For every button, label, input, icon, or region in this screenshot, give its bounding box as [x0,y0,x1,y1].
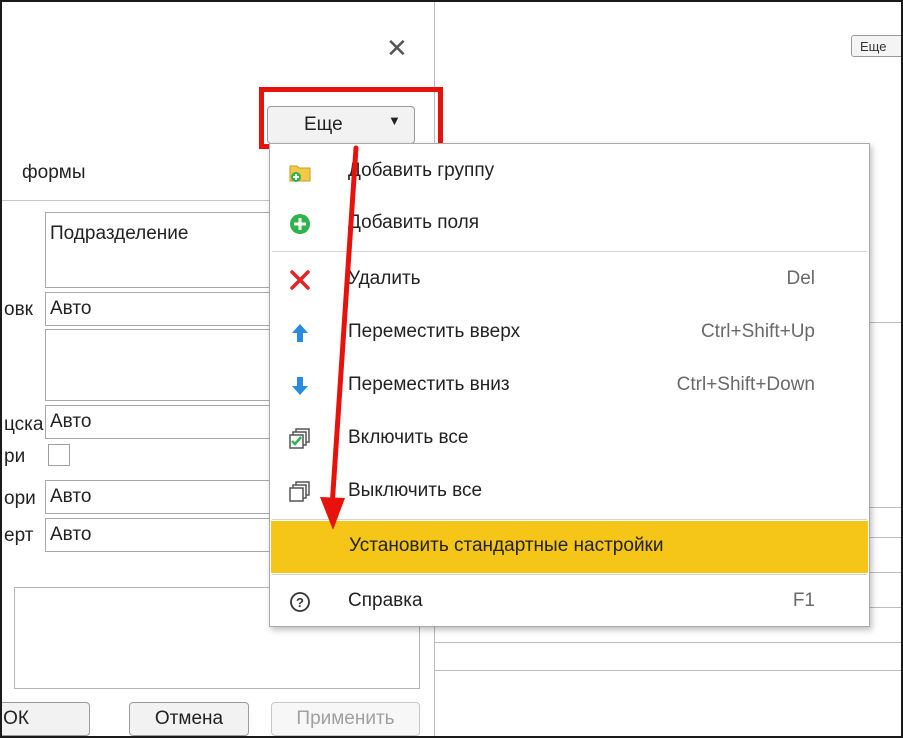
menu-item-label: Добавить поля [348,212,480,233]
menu-item-label: Переместить вниз [348,374,510,395]
background-divider [435,642,901,643]
arrow-up-icon [288,321,312,345]
menu-item-help[interactable]: ? Справка F1 [270,576,869,628]
field-label-5: ерт [4,525,34,546]
menu-separator [272,519,867,520]
menu-item-label: Переместить вверх [348,321,521,342]
apply-button[interactable]: Применить [271,702,420,736]
menu-item-shortcut: Del [786,268,815,289]
field-label-3: ри [4,446,26,467]
value-field-4[interactable]: Авто [45,518,270,552]
screenshot-frame: Еще ✕ Еще ▼ формы овк цска ри ори ерт По… [0,0,903,738]
cancel-button[interactable]: Отмена [129,702,249,736]
check-all-icon [288,427,312,451]
value-field-2[interactable]: Авто [45,405,270,439]
menu-item-shortcut: Ctrl+Shift+Up [700,321,815,342]
more-menu: Добавить группу Добавить поля Удалить De… [269,143,870,627]
menu-item-move-up[interactable]: Переместить вверх Ctrl+Shift+Up [270,307,869,359]
menu-item-add-group[interactable]: Добавить группу [270,146,869,198]
field-label-1: овк [4,299,33,320]
text-area-field[interactable] [45,329,270,401]
grouping-field[interactable]: Подразделение [45,212,270,288]
background-divider [435,670,901,671]
folder-add-icon [288,160,312,184]
tab-title: формы [22,162,86,183]
close-icon[interactable]: ✕ [386,35,408,61]
menu-item-shortcut: F1 [792,590,815,611]
annotation-highlight-box [259,87,443,149]
menu-item-add-fields[interactable]: Добавить поля [270,198,869,250]
menu-item-uncheck-all[interactable]: Выключить все [270,466,869,518]
background-more-button[interactable]: Еще [851,35,901,57]
menu-item-label: Установить стандартные настройки [349,535,664,556]
field-label-2: цска [4,414,44,435]
menu-separator [272,251,867,252]
uncheck-all-icon [288,480,312,504]
menu-item-shortcut: Ctrl+Shift+Down [676,374,815,395]
menu-item-label: Включить все [348,427,469,448]
value-field-3[interactable]: Авто [45,480,270,514]
menu-item-label: Выключить все [348,480,483,501]
menu-item-label: Справка [348,590,423,611]
option-checkbox[interactable] [48,444,70,466]
field-label-4: ори [4,488,36,509]
menu-item-move-down[interactable]: Переместить вниз Ctrl+Shift+Down [270,360,869,412]
help-icon: ? [288,590,312,614]
value-field-1[interactable]: Авто [45,292,270,326]
svg-text:?: ? [296,595,304,610]
menu-item-delete[interactable]: Удалить Del [270,254,869,306]
menu-item-check-all[interactable]: Включить все [270,413,869,465]
menu-item-label: Удалить [348,268,421,289]
menu-item-label: Добавить группу [348,160,495,181]
delete-x-icon [288,268,312,292]
menu-item-reset-defaults[interactable]: Установить стандартные настройки [271,521,868,573]
ok-button[interactable]: ОК [2,702,90,736]
menu-separator [272,574,867,575]
plus-circle-icon [288,212,312,236]
arrow-down-icon [288,374,312,398]
